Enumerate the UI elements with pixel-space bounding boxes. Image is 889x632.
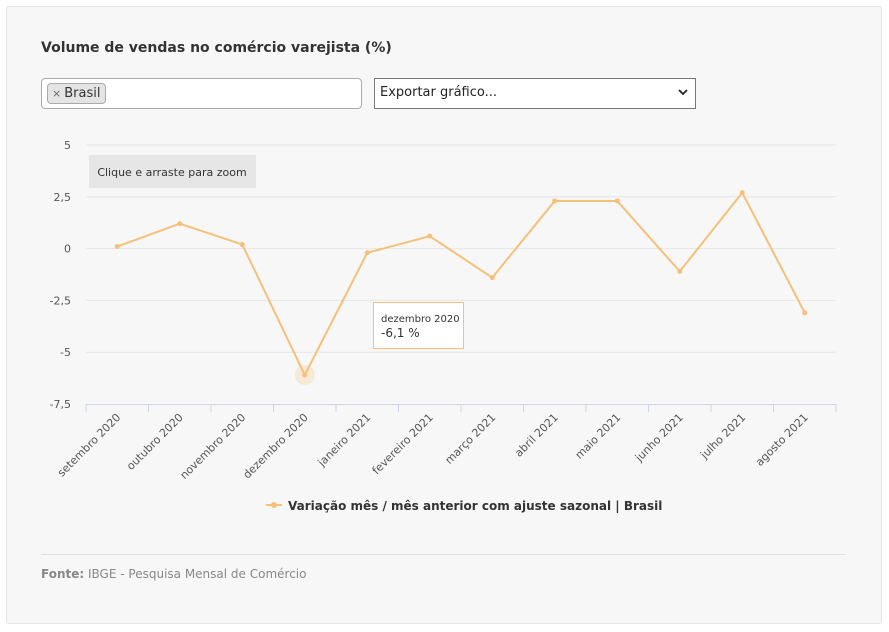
zoom-hint: Clique e arraste para zoom [89, 155, 256, 188]
data-point[interactable] [427, 233, 433, 239]
tooltip-value: -6,1 % [381, 326, 420, 340]
tooltip-label: dezembro 2020 [381, 314, 460, 325]
x-axis: setembro 2020 outubro 2020novembro 2020de… [55, 404, 837, 482]
footer-divider [41, 554, 845, 555]
x-tick-label: novembro 2020 [178, 411, 249, 482]
x-tick-label: fevereiro 2021 [370, 411, 436, 477]
legend-marker-icon [271, 502, 277, 508]
data-point[interactable] [177, 221, 183, 227]
x-tick-label: janeiro 2021 [315, 411, 374, 470]
line-chart[interactable]: 5 2,5 0 -2,5 -5 -7,5 setembro 2020 outubro 202… [0, 0, 889, 632]
y-tick-label: -5 [60, 346, 71, 359]
x-tick-label: abril 2021 [512, 411, 561, 460]
data-point[interactable] [302, 372, 308, 378]
x-tick-label: outubro 2020 [124, 411, 186, 473]
data-point[interactable] [614, 198, 620, 204]
y-tick-label: -7,5 [50, 398, 71, 411]
x-tick-label: agosto 2021 [753, 411, 811, 469]
y-tick-label: 5 [64, 139, 71, 152]
series-group [114, 190, 808, 385]
data-point[interactable] [552, 198, 558, 204]
tooltip: dezembro 2020 -6,1 % [373, 302, 464, 349]
x-tick-label: dezembro 2020 [241, 411, 311, 481]
source-text: IBGE - Pesquisa Mensal de Comércio [88, 567, 307, 581]
data-point[interactable] [739, 190, 745, 196]
data-point[interactable] [114, 244, 120, 250]
source-label: Fonte: [41, 567, 85, 581]
source-note: Fonte: IBGE - Pesquisa Mensal de Comérci… [41, 567, 306, 581]
data-point[interactable] [239, 241, 245, 247]
x-tick-label: julho 2021 [697, 411, 748, 462]
data-point[interactable] [677, 268, 683, 274]
data-point[interactable] [364, 250, 370, 256]
legend[interactable]: Variação mês / mês anterior com ajuste s… [266, 499, 662, 513]
legend-label[interactable]: Variação mês / mês anterior com ajuste s… [288, 499, 662, 513]
data-point[interactable] [802, 310, 808, 316]
y-tick-label: 0 [64, 243, 71, 256]
y-tick-label: -2,5 [50, 294, 71, 307]
y-axis-ticks: 5 2,5 0 -2,5 -5 -7,5 [50, 139, 71, 411]
data-point[interactable] [489, 275, 495, 281]
x-tick-label: março 2021 [442, 411, 498, 467]
x-tick-label: setembro 2020 [55, 411, 123, 479]
x-tick-label: junho 2021 [632, 411, 686, 465]
zoom-hint-text: Clique e arraste para zoom [97, 166, 246, 179]
x-tick-label: maio 2021 [573, 411, 624, 462]
y-tick-label: 2,5 [54, 191, 72, 204]
